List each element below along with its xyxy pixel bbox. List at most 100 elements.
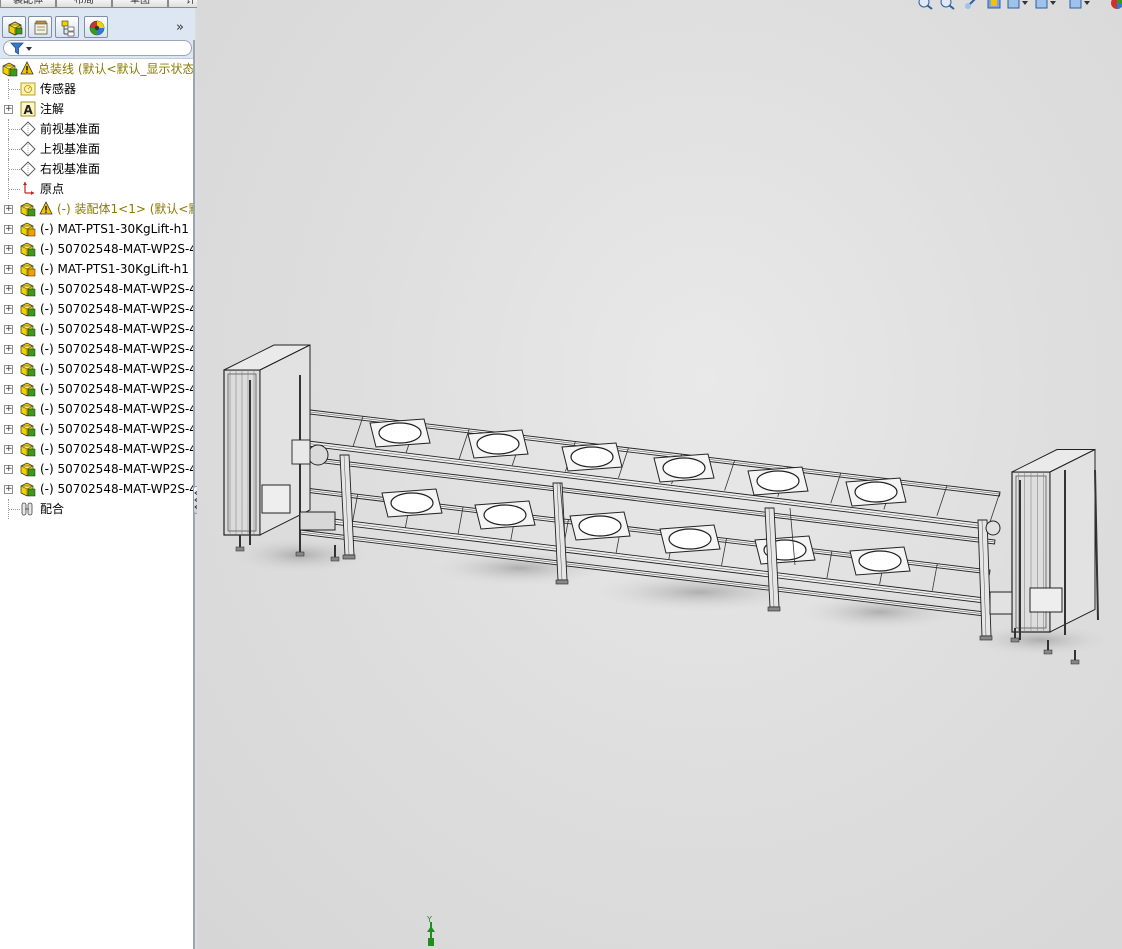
tower-foot — [330, 556, 340, 562]
tree-item[interactable]: 总装线 (默认<默认_显示状态 — [0, 59, 193, 79]
workpiece-disc — [570, 446, 614, 468]
tree-item-label: (-) MAT-PTS1-30KgLift-h1 — [40, 262, 189, 276]
expand-toggle-icon[interactable]: + — [4, 245, 13, 254]
expand-toggle-icon[interactable]: + — [4, 105, 13, 114]
expand-toggle-icon[interactable]: + — [4, 225, 13, 234]
tree-item[interactable]: + (-) 装配体1<1> (默认<默 — [0, 199, 193, 219]
conveyor-assembly-model[interactable] — [197, 0, 1122, 949]
tree-item-label: (-) 50702548-MAT-WP2S-4 — [40, 362, 193, 376]
annotation-icon: A — [20, 101, 36, 117]
tree-connector — [9, 509, 20, 510]
warning-icon — [39, 201, 53, 218]
subassembly-alt-icon — [20, 261, 36, 277]
svg-text:A: A — [24, 103, 34, 117]
filter-funnel-icon — [10, 42, 32, 55]
expand-toggle-icon[interactable]: + — [4, 305, 13, 314]
panel-expand-icon[interactable]: » — [176, 20, 184, 35]
appearance-icon[interactable] — [1110, 0, 1122, 10]
propertymanager-tab[interactable] — [28, 16, 52, 38]
view-orientation-icon[interactable] — [1007, 0, 1028, 10]
subassembly-icon — [20, 301, 36, 317]
tower-foot — [1070, 659, 1080, 665]
expand-toggle-icon[interactable]: + — [4, 285, 13, 294]
expand-toggle-icon[interactable]: + — [4, 485, 13, 494]
tree-item[interactable]: 右视基准面 — [0, 159, 193, 179]
tree-item[interactable]: + (-) 50702548-MAT-WP2S-4 — [0, 479, 193, 499]
tree-item[interactable]: + (-) 50702548-MAT-WP2S-4 — [0, 419, 193, 439]
previous-view-icon[interactable] — [963, 0, 979, 10]
tree-item-label: (-) 50702548-MAT-WP2S-4 — [40, 342, 193, 356]
displaymanager-icon — [89, 20, 105, 36]
featuremanager-tab[interactable] — [2, 16, 26, 38]
tree-filter-input[interactable] — [3, 40, 192, 56]
subassembly-icon — [20, 461, 36, 477]
tree-item[interactable]: + (-) 50702548-MAT-WP2S-4 — [0, 339, 193, 359]
tree-item[interactable]: 上视基准面 — [0, 139, 193, 159]
expand-toggle-icon[interactable]: + — [4, 205, 13, 214]
cross-member — [989, 491, 1001, 523]
subassembly-icon — [20, 321, 36, 337]
zoom-area-icon[interactable] — [940, 0, 956, 10]
left-drive-motor — [307, 444, 329, 466]
expand-toggle-icon[interactable]: + — [4, 465, 13, 474]
tree-item[interactable]: + (-) 50702548-MAT-WP2S-4 — [0, 299, 193, 319]
triad-axis-label: Y — [426, 915, 432, 924]
cross-member — [352, 416, 364, 447]
tree-item[interactable]: + (-) 50702548-MAT-WP2S-4 — [0, 399, 193, 419]
tree-item[interactable]: + (-) MAT-PTS1-30KgLift-h1 — [0, 259, 193, 279]
section-view-icon[interactable] — [986, 0, 1002, 10]
expand-toggle-icon[interactable]: + — [4, 325, 13, 334]
tree-item-label: (-) MAT-PTS1-30KgLift-h1 — [40, 222, 189, 236]
tree-connector — [9, 149, 20, 150]
display-style-icon[interactable] — [1035, 0, 1056, 10]
zoom-to-fit-icon[interactable] — [918, 0, 934, 10]
heads-up-view-toolbar — [915, 0, 1122, 12]
expand-toggle-icon[interactable]: + — [4, 425, 13, 434]
hide-show-items-icon[interactable] — [1069, 0, 1090, 10]
subassembly-icon — [20, 441, 36, 457]
expand-toggle-icon[interactable]: + — [4, 445, 13, 454]
tree-item[interactable]: 配合 — [0, 499, 193, 519]
workpiece-disc — [390, 492, 434, 514]
tree-item[interactable]: + (-) MAT-PTS1-30KgLift-h1 — [0, 219, 193, 239]
tower-foot — [1043, 649, 1053, 655]
tree-item-label: 注解 — [40, 102, 65, 116]
assembly-icon — [2, 61, 18, 77]
subassembly-alt-icon — [20, 221, 36, 237]
tree-item-label: 原点 — [40, 182, 65, 196]
tree-item-label: (-) 装配体1<1> (默认<默 — [57, 202, 193, 216]
tree-item[interactable]: + (-) 50702548-MAT-WP2S-4 — [0, 279, 193, 299]
displaymanager-tab[interactable] — [84, 16, 108, 38]
command-tab[interactable]: 装配体 — [0, 0, 56, 8]
tree-item-label: 总装线 (默认<默认_显示状态 — [38, 62, 193, 76]
tree-item[interactable]: + (-) 50702548-MAT-WP2S-4 — [0, 459, 193, 479]
expand-toggle-icon[interactable]: + — [4, 385, 13, 394]
tree-item[interactable]: 传感器 — [0, 79, 193, 99]
left-gearbox — [291, 439, 311, 465]
tree-item[interactable]: + (-) 50702548-MAT-WP2S-4 — [0, 239, 193, 259]
tree-item[interactable]: + (-) 50702548-MAT-WP2S-4 — [0, 379, 193, 399]
leg-foot — [555, 579, 569, 585]
tree-item[interactable]: 前视基准面 — [0, 119, 193, 139]
tree-item-label: (-) 50702548-MAT-WP2S-4 — [40, 302, 193, 316]
tree-item[interactable]: + (-) 50702548-MAT-WP2S-4 — [0, 359, 193, 379]
command-tab[interactable]: 草图 — [112, 0, 168, 8]
tree-item[interactable]: + A 注解 — [0, 99, 193, 119]
origin-icon — [20, 181, 36, 197]
configurationmanager-tab[interactable] — [55, 16, 79, 38]
tree-item[interactable]: + (-) 50702548-MAT-WP2S-4 — [0, 439, 193, 459]
tree-item-label: (-) 50702548-MAT-WP2S-4 — [40, 322, 193, 336]
tree-item-label: (-) 50702548-MAT-WP2S-4 — [40, 462, 193, 476]
expand-toggle-icon[interactable]: + — [4, 405, 13, 414]
tree-connector — [9, 189, 20, 190]
tree-item[interactable]: + (-) 50702548-MAT-WP2S-4 — [0, 319, 193, 339]
command-tab[interactable]: 布局 — [56, 0, 112, 8]
tree-item[interactable]: 原点 — [0, 179, 193, 199]
expand-toggle-icon[interactable]: + — [4, 345, 13, 354]
sensor-folder-icon — [20, 81, 36, 97]
tree-connector — [9, 129, 20, 130]
graphics-viewport[interactable]: Y — [197, 0, 1122, 949]
tree-connector — [9, 169, 20, 170]
expand-toggle-icon[interactable]: + — [4, 265, 13, 274]
expand-toggle-icon[interactable]: + — [4, 365, 13, 374]
